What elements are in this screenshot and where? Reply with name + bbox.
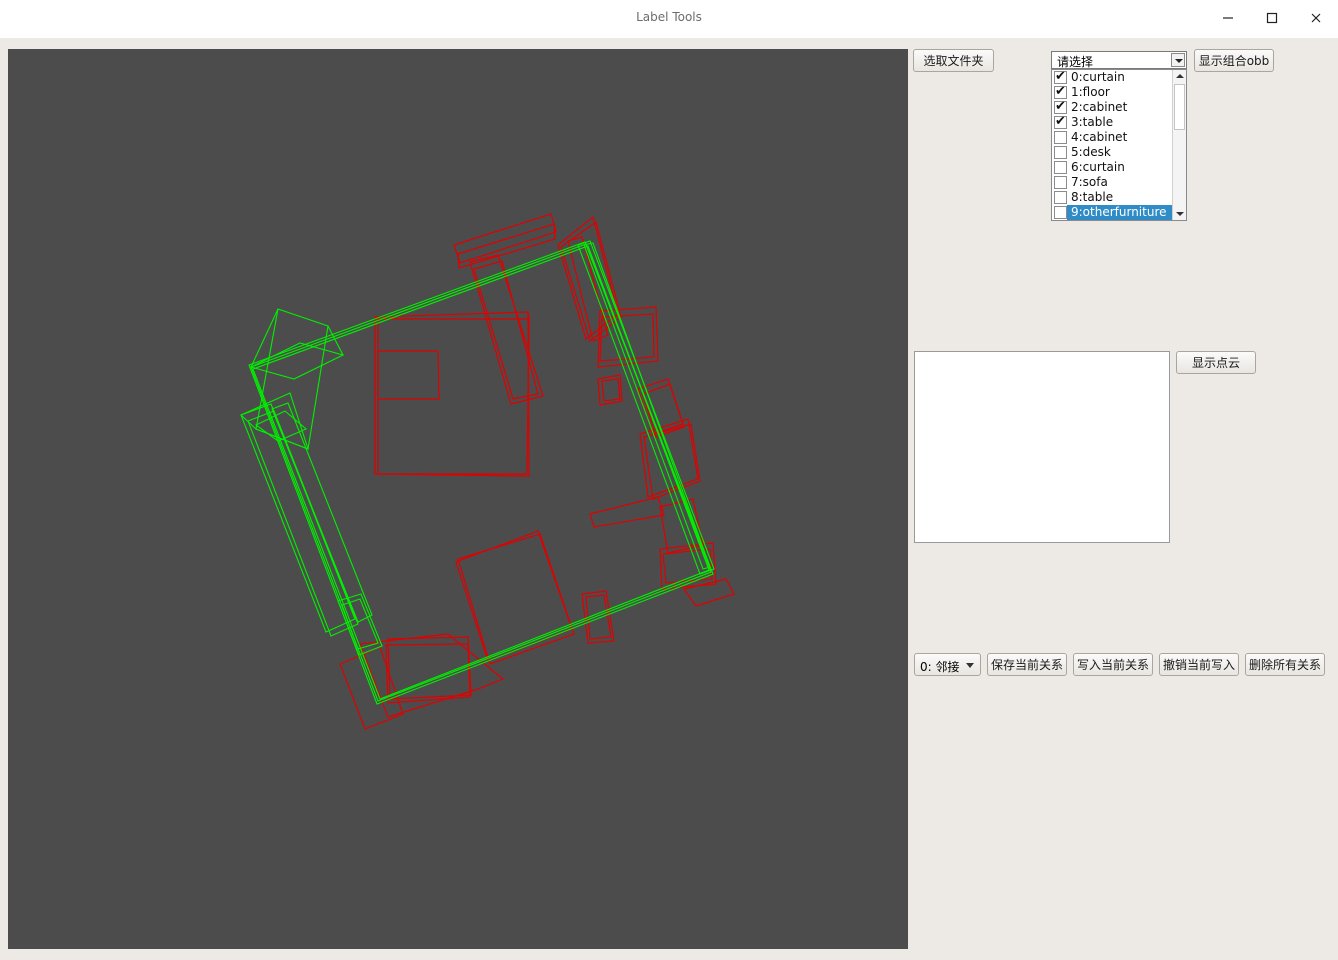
checkbox[interactable] (1054, 176, 1067, 189)
scroll-up-arrow-icon[interactable] (1173, 70, 1186, 83)
checkmark-icon: ✔ (1055, 69, 1066, 84)
category-combobox-value: 请选择 (1057, 55, 1094, 69)
category-option[interactable]: 7:sofa (1052, 175, 1173, 190)
title-bar: Label Tools (0, 0, 1338, 38)
checkbox[interactable] (1054, 161, 1067, 174)
category-option[interactable]: 6:curtain (1052, 160, 1173, 175)
close-button[interactable] (1303, 6, 1329, 32)
category-option-label: 8:table (1071, 190, 1114, 204)
category-option-label: 1:floor (1071, 85, 1110, 99)
category-option[interactable]: ✔ 0:curtain (1052, 69, 1173, 85)
checkbox[interactable]: ✔ (1054, 84, 1067, 99)
point-cloud-render (240, 213, 735, 730)
window-title: Label Tools (636, 10, 702, 24)
category-option-label: 4:cabinet (1071, 130, 1128, 144)
checkmark-icon: ✔ (1055, 84, 1066, 99)
checkbox[interactable]: ✔ (1054, 69, 1067, 84)
checkbox[interactable] (1054, 146, 1067, 159)
category-option-label: 6:curtain (1071, 160, 1125, 174)
category-combobox[interactable]: 请选择 (1051, 51, 1187, 69)
category-option[interactable]: 8:table (1052, 190, 1173, 205)
minimize-icon (1223, 17, 1233, 19)
show-point-cloud-button[interactable]: 显示点云 (1176, 351, 1256, 374)
category-option[interactable]: ✔ 3:table (1052, 114, 1173, 130)
select-folder-button[interactable]: 选取文件夹 (913, 49, 994, 72)
dropdown-scrollbar[interactable] (1172, 70, 1186, 220)
undo-write-button[interactable]: 撤销当前写入 (1159, 653, 1239, 676)
3d-viewport[interactable] (8, 49, 908, 949)
maximize-button[interactable] (1259, 6, 1285, 32)
delete-all-relations-button[interactable]: 删除所有关系 (1245, 653, 1325, 676)
category-option-label: 0:curtain (1071, 70, 1125, 84)
category-option[interactable]: 5:desk (1052, 145, 1173, 160)
show-group-obb-button[interactable]: 显示组合obb (1194, 49, 1274, 72)
minimize-button[interactable] (1215, 6, 1241, 32)
checkbox[interactable] (1054, 191, 1067, 204)
write-relation-button[interactable]: 写入当前关系 (1073, 653, 1153, 676)
save-relation-button[interactable]: 保存当前关系 (987, 653, 1067, 676)
relation-type-combobox[interactable]: 0: 邻接 (914, 653, 981, 676)
selected-boxes (240, 240, 715, 705)
category-option-label: 2:cabinet (1071, 100, 1128, 114)
close-icon (1311, 13, 1321, 23)
category-option-label: 3:table (1071, 115, 1114, 129)
category-option-label: 5:desk (1071, 145, 1111, 159)
unselected-boxes (339, 213, 735, 730)
chevron-down-icon (966, 663, 974, 668)
checkbox[interactable] (1054, 206, 1067, 219)
checkbox[interactable]: ✔ (1054, 114, 1067, 129)
category-dropdown-list[interactable]: ✔ 0:curtain ✔ 1:floor ✔ 2:cabinet ✔ 3:ta… (1051, 69, 1187, 221)
category-option-label: 9:otherfurniture (1067, 205, 1173, 220)
scrollbar-thumb[interactable] (1174, 84, 1185, 130)
category-option-highlighted[interactable]: 9:otherfurniture (1052, 205, 1173, 220)
category-option[interactable]: ✔ 2:cabinet (1052, 99, 1173, 115)
checkbox[interactable] (1054, 131, 1067, 144)
checkmark-icon: ✔ (1055, 114, 1066, 129)
category-option[interactable]: ✔ 1:floor (1052, 84, 1173, 100)
chevron-down-icon[interactable] (1171, 53, 1185, 67)
category-option[interactable]: 4:cabinet (1052, 130, 1173, 145)
relation-type-value: 0: 邻接 (920, 660, 960, 674)
info-text-area[interactable] (914, 351, 1170, 543)
maximize-icon (1266, 12, 1278, 24)
checkbox[interactable]: ✔ (1054, 99, 1067, 114)
scroll-down-arrow-icon[interactable] (1173, 207, 1186, 220)
category-option-label: 7:sofa (1071, 175, 1108, 189)
checkmark-icon: ✔ (1055, 99, 1066, 114)
